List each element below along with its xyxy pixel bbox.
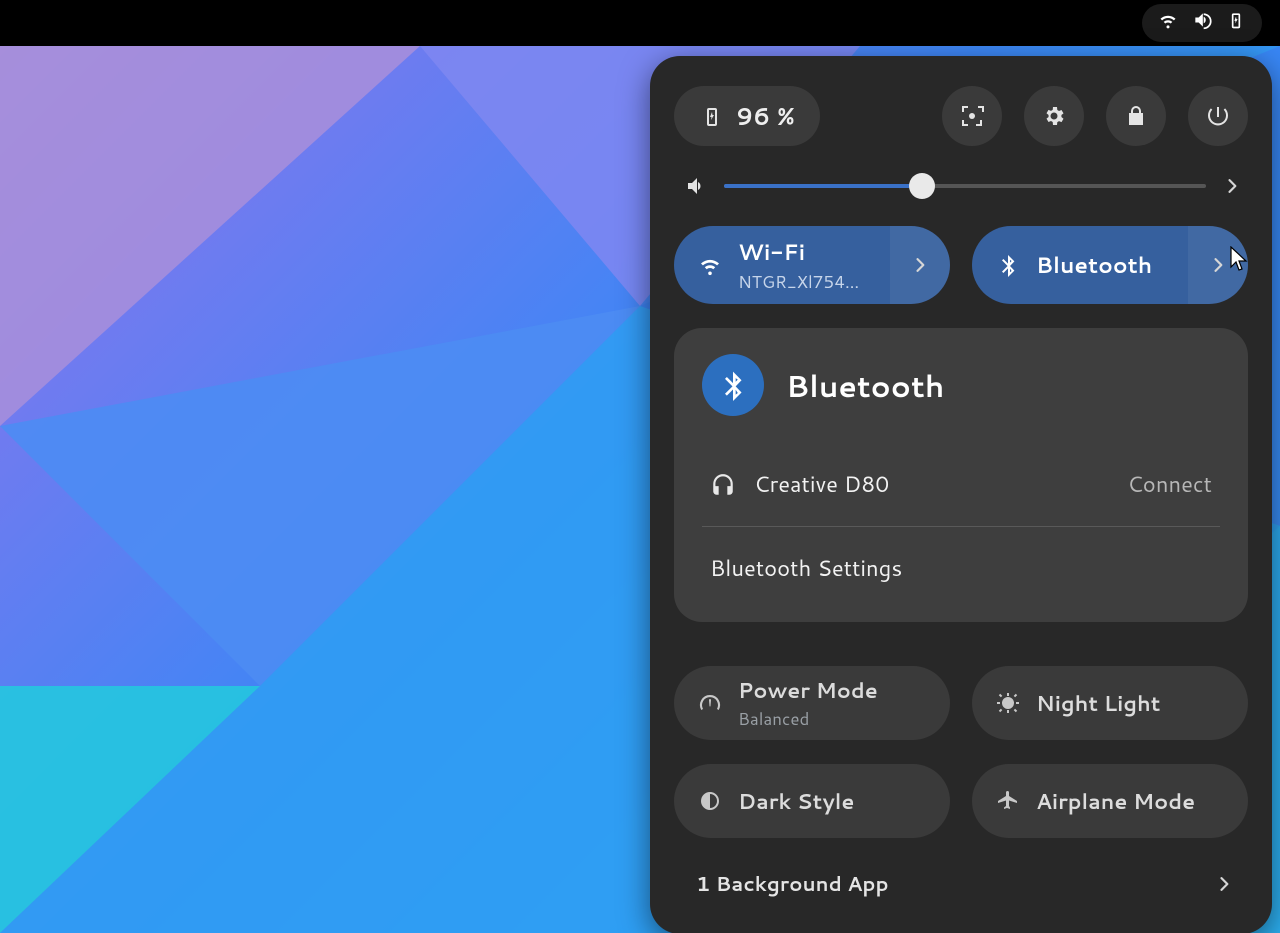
lock-icon xyxy=(1124,104,1148,128)
power-icon xyxy=(1206,104,1230,128)
bluetooth-connect-button[interactable]: Connect xyxy=(1127,469,1212,500)
power-button[interactable] xyxy=(1188,86,1248,146)
settings-button[interactable] xyxy=(1024,86,1084,146)
bluetooth-panel: Bluetooth Creative D80 Connect Bluetooth… xyxy=(674,328,1248,622)
bluetooth-panel-title: Bluetooth xyxy=(786,364,944,407)
screenshot-button[interactable] xyxy=(942,86,1002,146)
battery-icon xyxy=(700,104,724,128)
wifi-title: Wi-Fi xyxy=(738,237,859,268)
chevron-right-icon xyxy=(1208,255,1228,275)
battery-icon xyxy=(1226,10,1246,36)
battery-button[interactable]: 96 % xyxy=(674,86,820,146)
screenshot-icon xyxy=(960,104,984,128)
power-mode-tile[interactable]: Power Mode Balanced xyxy=(674,666,950,740)
chevron-right-icon xyxy=(1214,874,1234,894)
volume-slider[interactable] xyxy=(724,184,1206,188)
bluetooth-badge-icon xyxy=(702,354,764,416)
bluetooth-device-row[interactable]: Creative D80 Connect xyxy=(702,442,1220,526)
wifi-tile[interactable]: Wi-Fi NTGR_Xl754… xyxy=(674,226,950,304)
bluetooth-icon xyxy=(996,253,1020,277)
bluetooth-title: Bluetooth xyxy=(1036,250,1152,281)
bluetooth-device-name: Creative D80 xyxy=(754,469,889,500)
top-bar xyxy=(0,0,1280,46)
speedometer-icon xyxy=(698,691,722,715)
power-mode-sub: Balanced xyxy=(738,707,878,731)
dark-style-title: Dark Style xyxy=(738,786,854,816)
wifi-ssid: NTGR_Xl754… xyxy=(738,270,859,294)
gear-icon xyxy=(1042,104,1066,128)
bluetooth-expand-button[interactable] xyxy=(1188,226,1248,304)
night-light-title: Night Light xyxy=(1036,688,1160,718)
headphones-icon xyxy=(710,472,736,498)
power-mode-title: Power Mode xyxy=(738,675,878,705)
night-light-icon xyxy=(996,691,1020,715)
chevron-right-icon xyxy=(910,255,930,275)
airplane-mode-tile[interactable]: Airplane Mode xyxy=(972,764,1248,838)
battery-label: 96 % xyxy=(736,99,794,133)
background-apps-label: 1 Background App xyxy=(696,870,889,898)
volume-more-icon[interactable] xyxy=(1222,176,1242,196)
background-apps-row[interactable]: 1 Background App xyxy=(674,862,1248,898)
night-light-tile[interactable]: Night Light xyxy=(972,666,1248,740)
dark-style-tile[interactable]: Dark Style xyxy=(674,764,950,838)
contrast-icon xyxy=(698,789,722,813)
lock-button[interactable] xyxy=(1106,86,1166,146)
wifi-icon xyxy=(698,253,722,277)
system-menu-panel: 96 % xyxy=(650,56,1272,933)
bluetooth-settings-label: Bluetooth Settings xyxy=(710,553,902,584)
volume-icon xyxy=(684,174,708,198)
bluetooth-tile[interactable]: Bluetooth xyxy=(972,226,1248,304)
volume-icon xyxy=(1192,10,1212,36)
wifi-expand-button[interactable] xyxy=(890,226,950,304)
airplane-icon xyxy=(996,789,1020,813)
status-area[interactable] xyxy=(1142,4,1262,42)
volume-row xyxy=(674,174,1248,198)
bluetooth-settings-row[interactable]: Bluetooth Settings xyxy=(702,526,1220,610)
wifi-icon xyxy=(1158,10,1178,36)
airplane-mode-title: Airplane Mode xyxy=(1036,786,1195,816)
